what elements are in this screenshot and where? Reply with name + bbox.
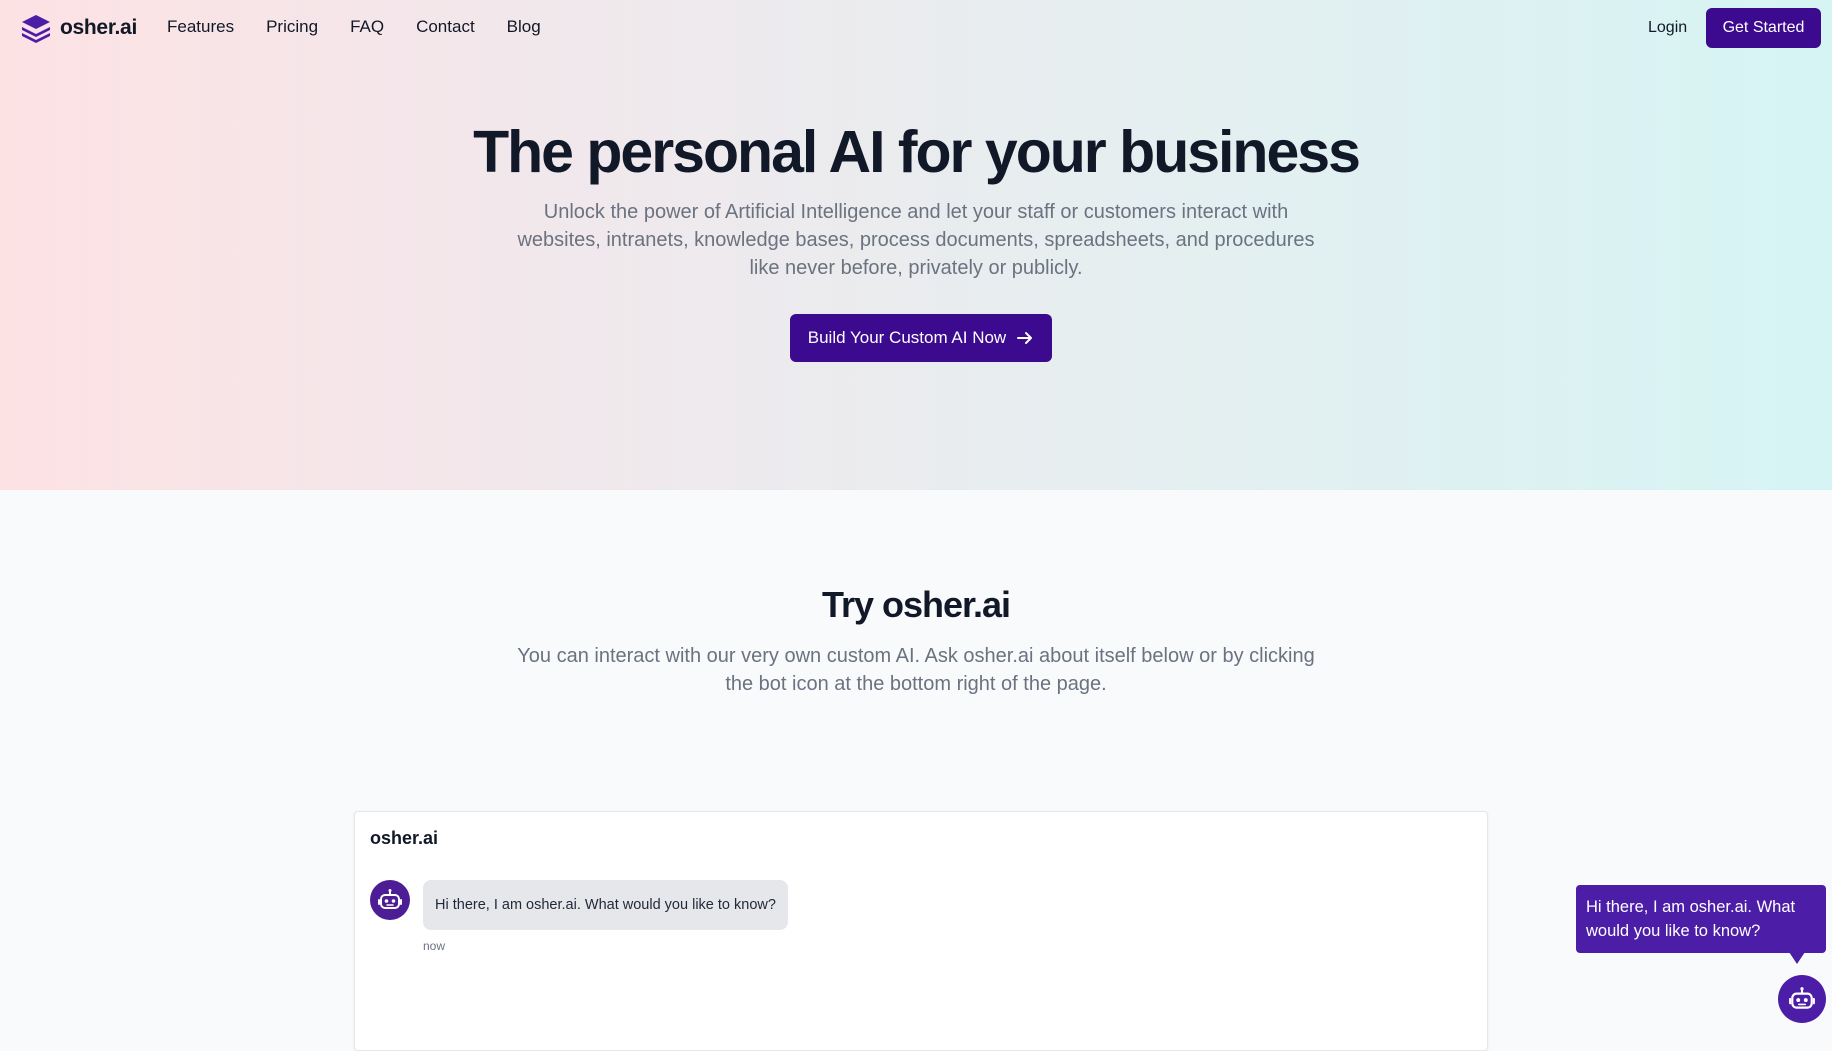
login-link[interactable]: Login <box>1648 19 1687 37</box>
chat-widget-greeting[interactable]: Hi there, I am osher.ai. What would you … <box>1576 885 1826 953</box>
hero-subtitle: Unlock the power of Artificial Intellige… <box>517 201 1315 279</box>
chat-widget-greeting-tail <box>1789 952 1805 964</box>
nav-link-faq[interactable]: FAQ <box>350 17 384 37</box>
message-timestamp: now <box>423 939 446 953</box>
logo[interactable]: osher.ai <box>20 13 137 43</box>
build-custom-ai-button[interactable]: Build Your Custom AI Now <box>790 314 1052 362</box>
chat-title: osher.ai <box>370 828 439 848</box>
try-section-title: Try osher.ai <box>821 584 1011 625</box>
arrow-right-icon <box>1017 332 1033 344</box>
brand-name: osher.ai <box>60 16 137 39</box>
bot-avatar <box>370 880 410 920</box>
nav-link-features[interactable]: Features <box>167 17 234 37</box>
nav-link-contact[interactable]: Contact <box>416 17 475 37</box>
try-section-subtitle: You can interact with our very own custo… <box>517 645 1315 695</box>
robot-icon <box>1789 987 1815 1009</box>
cta-label: Build Your Custom AI Now <box>807 328 1007 347</box>
chat-widget-button[interactable] <box>1778 975 1826 1023</box>
nav-link-pricing[interactable]: Pricing <box>266 17 318 37</box>
hero-section: osher.ai Features Pricing FAQ Contact Bl… <box>0 0 1832 490</box>
top-nav: osher.ai Features Pricing FAQ Contact Bl… <box>0 0 1832 56</box>
chat-panel: osher.ai Hi there, I am osher.ai. What w… <box>354 811 1488 1051</box>
robot-icon <box>378 889 402 909</box>
nav-links: Features Pricing FAQ Contact Blog <box>167 17 541 37</box>
stack-layers-icon <box>22 15 50 43</box>
bot-message-bubble: Hi there, I am osher.ai. What would you … <box>423 880 788 930</box>
hero-title: The personal AI for your business <box>473 119 1361 185</box>
get-started-button[interactable]: Get Started <box>1706 8 1821 48</box>
nav-link-blog[interactable]: Blog <box>507 17 541 37</box>
